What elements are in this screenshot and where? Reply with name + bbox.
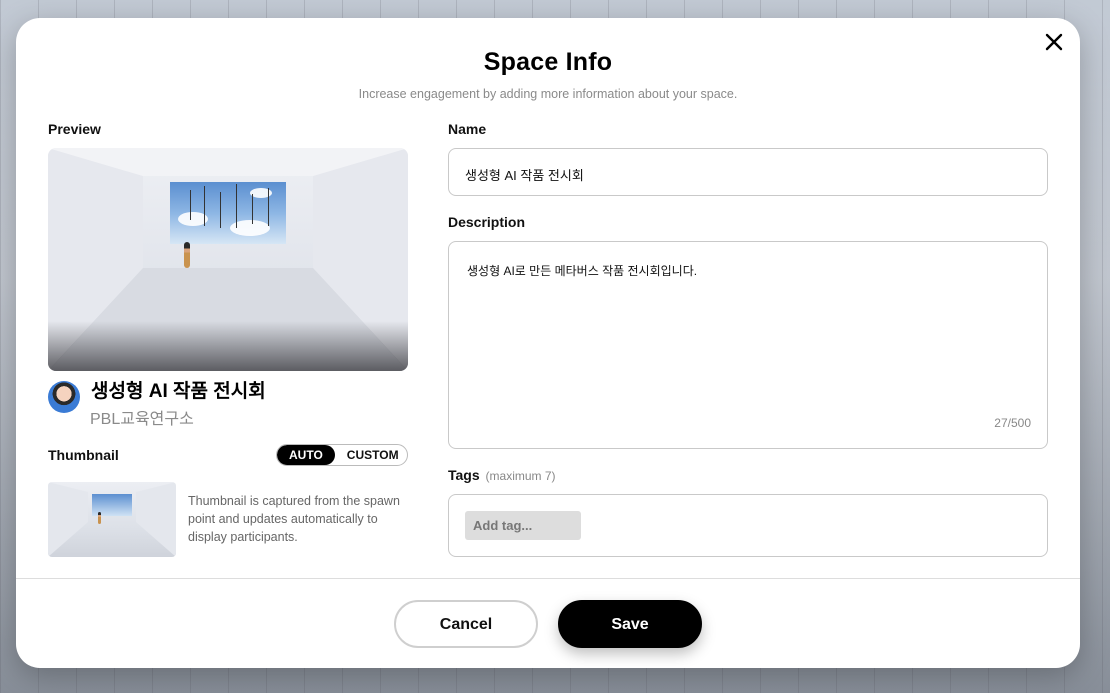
- preview-owner-name: PBL교육연구소: [90, 411, 194, 428]
- sky-window: [170, 182, 286, 244]
- save-button[interactable]: Save: [558, 600, 702, 648]
- avatar-figure: [184, 242, 190, 268]
- toggle-auto[interactable]: AUTO: [277, 445, 335, 465]
- tags-box: [448, 494, 1048, 557]
- space-preview-image: [48, 148, 408, 371]
- footer-divider: [16, 578, 1080, 579]
- name-input-value: 생성형 AI 작품 전시회: [465, 168, 584, 183]
- preview-label: Preview: [48, 121, 101, 137]
- description-char-counter: 27/500: [994, 416, 1031, 430]
- dialog-subtitle: Increase engagement by adding more infor…: [358, 87, 738, 101]
- cancel-button[interactable]: Cancel: [394, 600, 538, 648]
- toggle-custom[interactable]: CUSTOM: [335, 445, 407, 465]
- owner-avatar[interactable]: [48, 381, 80, 413]
- tags-label: Tags (maximum 7): [448, 467, 556, 483]
- add-tag-input[interactable]: [465, 511, 581, 540]
- name-label: Name: [448, 121, 487, 137]
- space-info-dialog: Space Info Increase engagement by adding…: [16, 18, 1080, 668]
- description-textarea[interactable]: 생성형 AI로 만든 메타버스 작품 전시회입니다. 27/500: [448, 241, 1048, 449]
- preview-space-name: 생성형 AI 작품 전시회: [91, 381, 266, 402]
- thumbnail-mode-toggle: AUTO CUSTOM: [276, 444, 408, 466]
- description-value: 생성형 AI로 만든 메타버스 작품 전시회입니다.: [467, 264, 698, 278]
- description-label: Description: [448, 214, 526, 230]
- tags-label-text: Tags: [448, 467, 480, 483]
- thumbnail-image: [48, 482, 176, 557]
- dialog-title: Space Info: [483, 48, 613, 76]
- thumbnail-label: Thumbnail: [48, 447, 119, 463]
- thumbnail-description: Thumbnail is captured from the spawn poi…: [188, 494, 400, 544]
- tags-hint: (maximum 7): [485, 469, 556, 483]
- name-input[interactable]: 생성형 AI 작품 전시회: [448, 148, 1048, 196]
